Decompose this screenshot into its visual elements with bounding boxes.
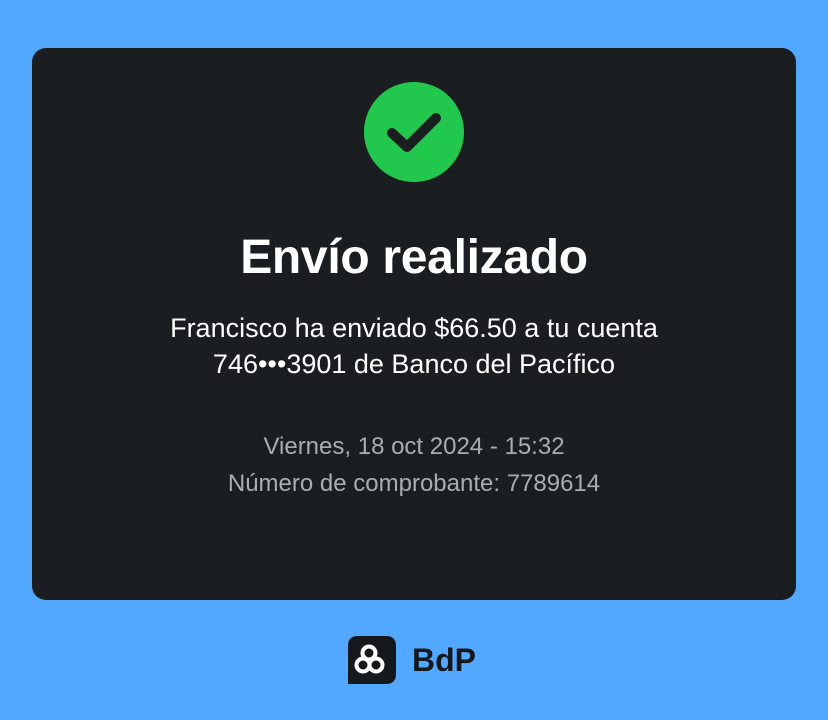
brand-footer: BdP xyxy=(348,634,476,686)
transfer-message: Francisco ha enviado $66.50 a tu cuenta … xyxy=(92,310,736,382)
transfer-message-line-1: Francisco ha enviado $66.50 a tu cuenta xyxy=(170,313,658,343)
transfer-message-line-2: 746•••3901 de Banco del Pacífico xyxy=(212,349,616,379)
bdp-logo-icon xyxy=(348,636,396,684)
transaction-date: Viernes, 18 oct 2024 - 15:32 xyxy=(263,433,565,460)
receipt-card: Envío realizado Francisco ha enviado $66… xyxy=(32,48,796,600)
success-check-icon xyxy=(364,82,464,182)
transaction-details: Viernes, 18 oct 2024 - 15:32 Número de c… xyxy=(32,428,796,502)
voucher-number: Número de comprobante: 7789614 xyxy=(227,470,601,497)
page-title: Envío realizado xyxy=(240,231,588,284)
brand-name: BdP xyxy=(412,642,476,678)
